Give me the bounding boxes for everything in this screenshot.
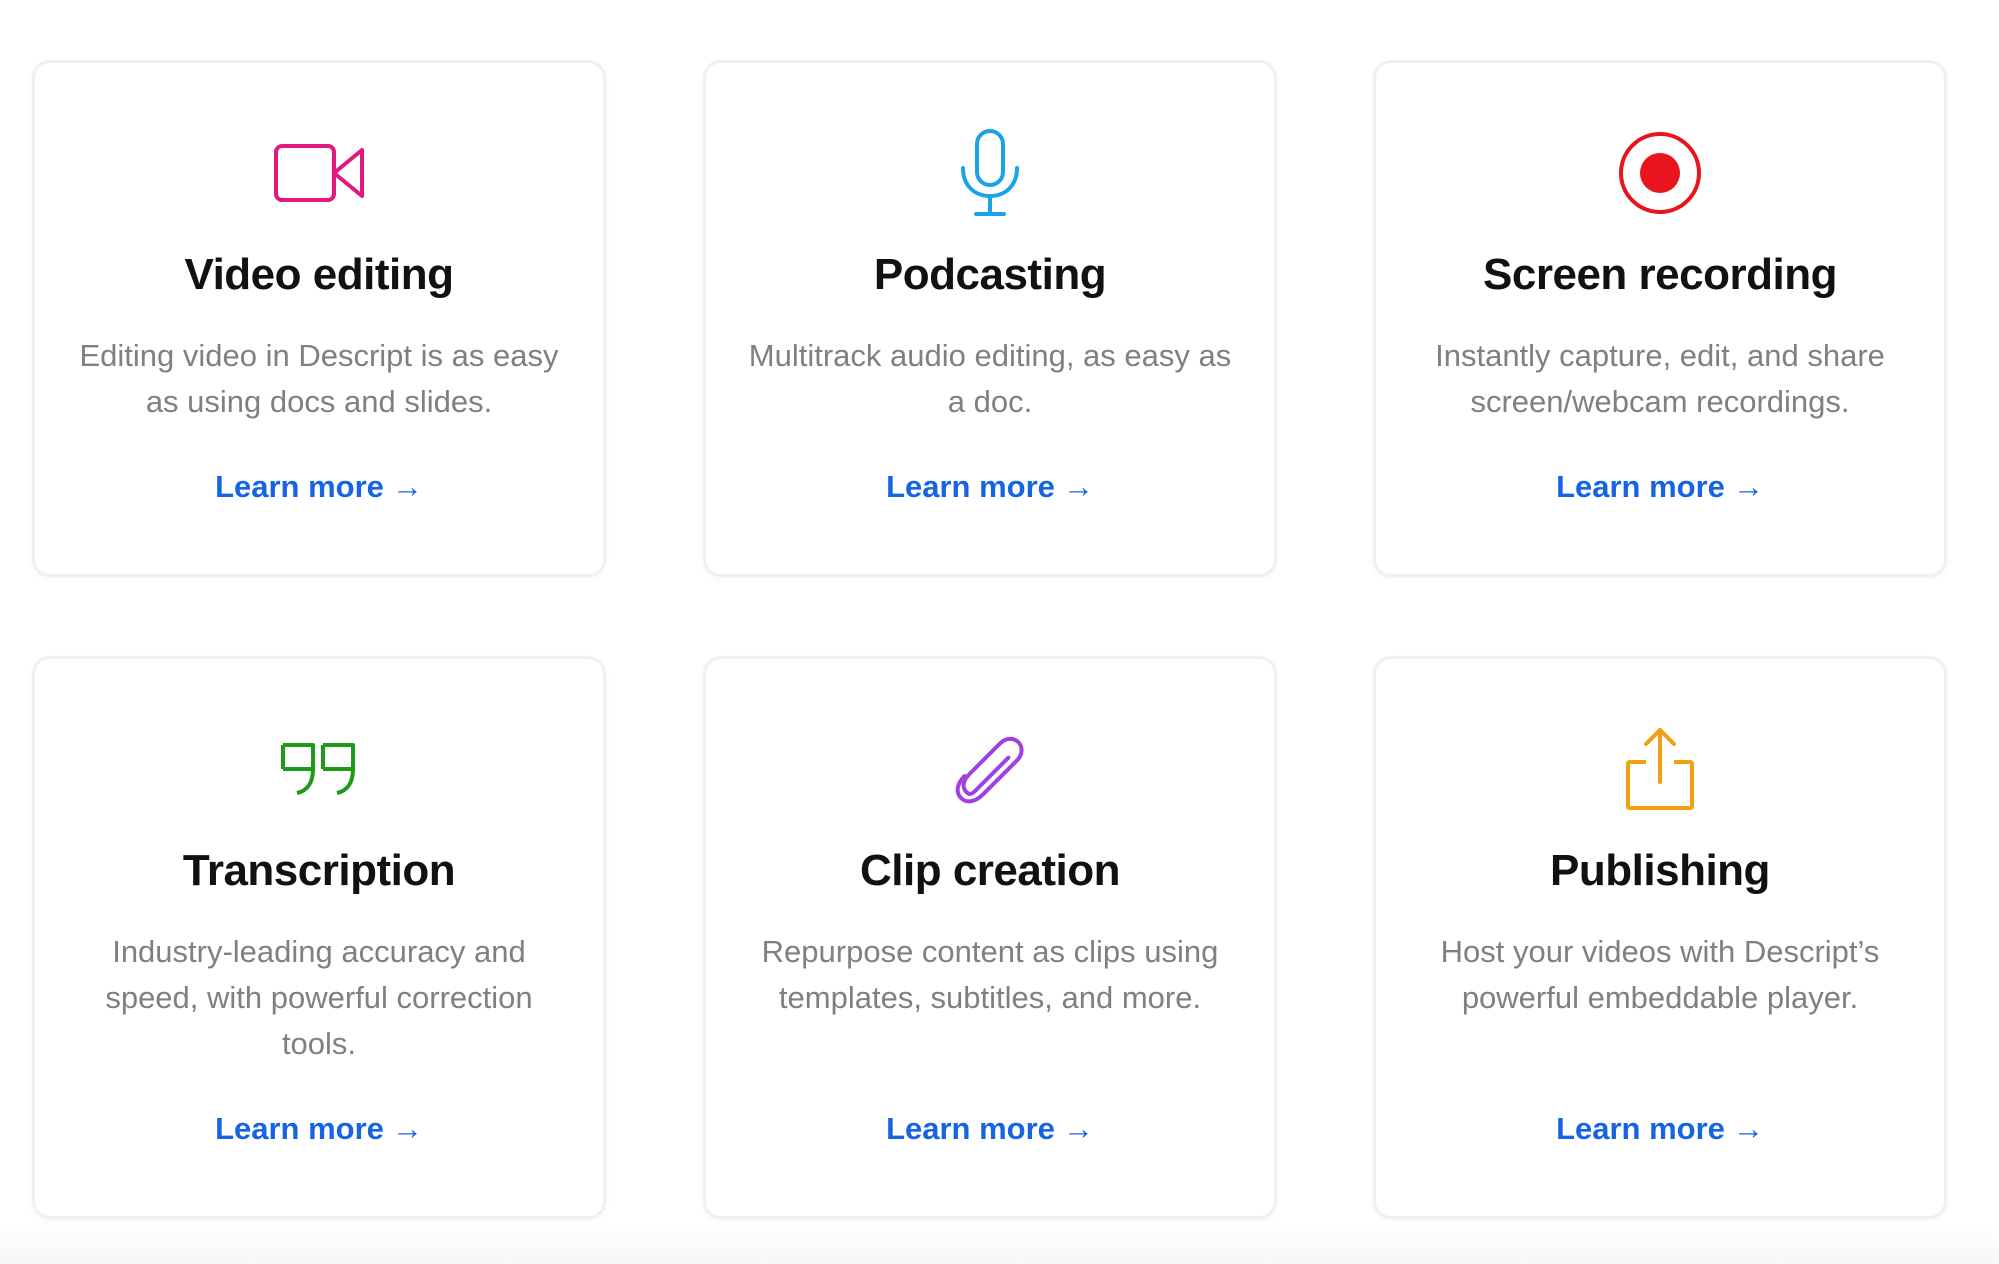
card-description: Multitrack audio editing, as easy as a d… bbox=[748, 338, 1232, 419]
microphone-icon bbox=[940, 123, 1040, 223]
learn-more-label: Learn more bbox=[886, 469, 1055, 504]
card-description: Editing video in Descript is as easy as … bbox=[79, 338, 559, 419]
record-icon bbox=[1610, 123, 1710, 223]
card-description: Industry-leading accuracy and speed, wit… bbox=[105, 934, 533, 1061]
arrow-right-icon: → bbox=[1062, 469, 1094, 504]
learn-more-label: Learn more bbox=[886, 1111, 1055, 1146]
learn-more-label: Learn more bbox=[215, 469, 384, 504]
learn-more-label: Learn more bbox=[215, 1111, 384, 1146]
learn-more-label: Learn more bbox=[1556, 1111, 1725, 1146]
card-publishing: Publishing Host your videos with Descrip… bbox=[1373, 656, 1947, 1219]
learn-more-link[interactable]: Learn more → bbox=[1376, 1110, 1944, 1147]
card-description: Host your videos with Descript’s powerfu… bbox=[1440, 934, 1880, 1015]
card-screen-recording: Screen recording Instantly capture, edit… bbox=[1373, 60, 1947, 577]
learn-more-link[interactable]: Learn more → bbox=[35, 1110, 603, 1147]
card-title: Clip creation bbox=[860, 846, 1121, 895]
card-title: Podcasting bbox=[873, 250, 1107, 299]
learn-more-link[interactable]: Learn more → bbox=[1376, 468, 1944, 505]
card-clip-creation: Clip creation Repurpose content as clips… bbox=[703, 656, 1277, 1219]
learn-more-label: Learn more bbox=[1556, 469, 1725, 504]
learn-more-link[interactable]: Learn more → bbox=[35, 468, 603, 505]
card-description: Instantly capture, edit, and share scree… bbox=[1435, 338, 1885, 419]
quote-icon bbox=[269, 719, 369, 819]
arrow-right-icon: → bbox=[1062, 1111, 1094, 1146]
card-podcasting: Podcasting Multitrack audio editing, as … bbox=[703, 60, 1277, 577]
video-camera-icon bbox=[269, 123, 369, 223]
card-title: Screen recording bbox=[1483, 250, 1837, 299]
share-upload-icon bbox=[1610, 719, 1710, 819]
card-title: Transcription bbox=[182, 846, 456, 895]
learn-more-link[interactable]: Learn more → bbox=[706, 468, 1274, 505]
paperclip-icon bbox=[940, 719, 1040, 819]
arrow-right-icon: → bbox=[391, 1111, 423, 1146]
arrow-right-icon: → bbox=[1732, 469, 1764, 504]
card-description: Repurpose content as clips using templat… bbox=[761, 934, 1219, 1015]
card-title: Video editing bbox=[184, 250, 454, 299]
card-transcription: Transcription Industry-leading accuracy … bbox=[32, 656, 606, 1219]
arrow-right-icon: → bbox=[1732, 1111, 1764, 1146]
arrow-right-icon: → bbox=[391, 469, 423, 504]
card-title: Publishing bbox=[1550, 846, 1770, 895]
learn-more-link[interactable]: Learn more → bbox=[706, 1110, 1274, 1147]
bottom-fade bbox=[0, 1224, 1999, 1264]
card-video-editing: Video editing Editing video in Descript … bbox=[32, 60, 606, 577]
features-page: Video editing Editing video in Descript … bbox=[0, 0, 1999, 1264]
